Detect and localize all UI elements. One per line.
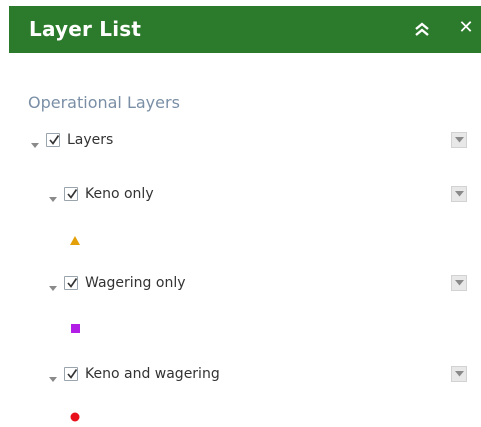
triangle-icon: [69, 232, 81, 245]
panel-title: Layer List: [29, 17, 142, 41]
layer-label-keno-and-wagering: Keno and wagering: [85, 366, 220, 382]
expand-caret-icon[interactable]: [30, 135, 40, 148]
layer-menu-button-keno-only[interactable]: [451, 186, 467, 202]
legend-symbol-keno-only: [70, 236, 80, 245]
close-icon[interactable]: ✕: [456, 18, 476, 38]
layer-list-panel: Layer List ✕ Operational Layers Layers K…: [9, 0, 481, 427]
layer-row-layers: Layers: [30, 129, 113, 151]
expand-caret-icon[interactable]: [48, 369, 58, 382]
layer-row-wagering-only: Wagering only: [48, 272, 186, 294]
layer-checkbox-keno-only[interactable]: [64, 187, 78, 201]
layer-label-keno-only: Keno only: [85, 186, 154, 202]
layer-menu-button-layers[interactable]: [451, 132, 467, 148]
layer-menu-button-wagering-only[interactable]: [451, 275, 467, 291]
layer-checkbox-wagering-only[interactable]: [64, 276, 78, 290]
circle-icon: [69, 408, 81, 422]
section-title-operational-layers: Operational Layers: [28, 93, 180, 112]
square-icon: [70, 320, 82, 333]
panel-header: Layer List ✕: [9, 6, 481, 53]
layer-checkbox-layers[interactable]: [46, 133, 60, 147]
layer-row-keno-only: Keno only: [48, 183, 154, 205]
expand-caret-icon[interactable]: [48, 189, 58, 202]
expand-caret-icon[interactable]: [48, 278, 58, 291]
legend-symbol-wagering-only: [71, 324, 80, 333]
legend-symbol-keno-and-wagering: [70, 412, 80, 422]
layer-row-keno-and-wagering: Keno and wagering: [48, 363, 220, 385]
layer-label-wagering-only: Wagering only: [85, 275, 186, 291]
double-chevron-up-icon[interactable]: [413, 20, 431, 38]
layer-menu-button-keno-and-wagering[interactable]: [451, 366, 467, 382]
layer-label-layers: Layers: [67, 132, 114, 148]
layer-checkbox-keno-and-wagering[interactable]: [64, 367, 78, 381]
